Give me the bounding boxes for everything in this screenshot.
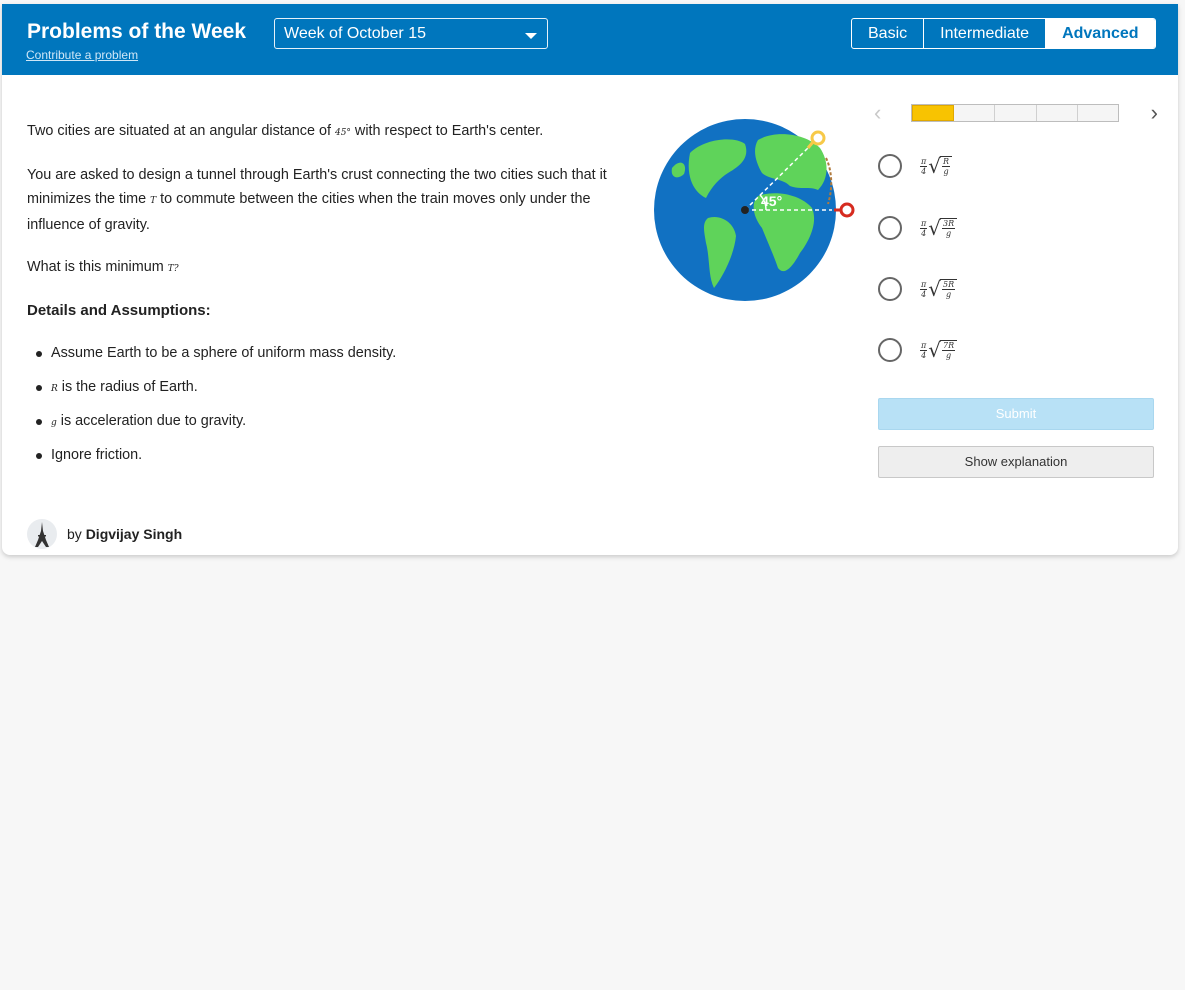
denominator: g: [946, 229, 952, 238]
chevron-left-icon[interactable]: ‹: [874, 102, 881, 124]
progress-segment[interactable]: [954, 105, 996, 121]
square-root: √ 3R g: [928, 218, 958, 238]
radio-button[interactable]: [878, 338, 902, 362]
radio-button[interactable]: [878, 216, 902, 240]
problem-card: Problems of the Week Contribute a proble…: [2, 4, 1178, 555]
text: is the radius of Earth.: [57, 379, 198, 395]
by-label: by: [67, 526, 86, 542]
radio-button[interactable]: [878, 154, 902, 178]
problem-statement: Two cities are situated at an angular di…: [27, 119, 627, 477]
numerator: 5R: [942, 280, 956, 290]
tab-basic[interactable]: Basic: [852, 19, 925, 48]
list-item: Assume Earth to be a sphere of uniform m…: [27, 341, 627, 375]
problem-question: What is this minimum T?: [27, 255, 627, 281]
assumptions-list: Assume Earth to be a sphere of uniform m…: [27, 341, 627, 477]
avatar[interactable]: [27, 519, 57, 549]
radicand: 7R g: [940, 340, 958, 360]
problem-paragraph-2: You are asked to design a tunnel through…: [27, 163, 627, 237]
denominator: g: [946, 351, 952, 360]
choice-formula: π4 √ 7R g: [920, 340, 958, 360]
problem-paragraph-1: Two cities are situated at an angular di…: [27, 119, 627, 145]
text: Two cities are situated at an angular di…: [27, 123, 335, 139]
numerator: π: [920, 340, 928, 351]
denominator: g: [946, 290, 952, 299]
math-angle: 45°: [334, 128, 351, 138]
numerator: 7R: [942, 341, 956, 351]
pi-over-4: π4: [920, 340, 928, 360]
denominator: 4: [921, 289, 927, 299]
numerator: π: [920, 218, 928, 229]
pi-over-4: π4: [920, 279, 928, 299]
author-byline: by Digvijay Singh: [27, 519, 182, 549]
chevron-right-icon[interactable]: ›: [1151, 102, 1158, 124]
list-item: R is the radius of Earth.: [27, 375, 627, 409]
list-item: Ignore friction.: [27, 443, 627, 477]
angle-label: 45°: [761, 193, 782, 209]
math-var: T?: [167, 264, 179, 274]
progress-segment[interactable]: [912, 105, 955, 121]
choice-formula: π4 √ Rg: [920, 156, 953, 176]
city-a-pin-icon: [810, 130, 826, 146]
progress-segment[interactable]: [995, 105, 1037, 121]
numerator: π: [920, 279, 928, 290]
page-title: Problems of the Week: [27, 20, 247, 43]
city-b-pin-icon: [839, 202, 855, 218]
author-text: by Digvijay Singh: [67, 526, 182, 542]
denominator: 4: [921, 228, 927, 238]
square-root: √ 5R g: [928, 279, 958, 299]
choice-formula: π4 √ 5R g: [920, 279, 958, 299]
earth-center: [741, 206, 749, 214]
tab-intermediate[interactable]: Intermediate: [924, 19, 1047, 48]
denominator: g: [943, 167, 949, 176]
radio-button[interactable]: [878, 277, 902, 301]
radicand: 3R g: [940, 218, 958, 238]
chevron-down-icon: [525, 33, 537, 39]
denominator: 4: [921, 166, 927, 176]
text: with respect to Earth's center.: [350, 123, 544, 139]
numerator: 3R: [942, 219, 956, 229]
square-root: √ Rg: [928, 156, 953, 176]
math-var: R: [51, 384, 58, 394]
choice-formula: π4 √ 3R g: [920, 218, 958, 238]
progress-segment[interactable]: [1036, 105, 1078, 121]
answer-choice-3[interactable]: π4 √ 5R g: [878, 277, 958, 301]
level-tabs: Basic Intermediate Advanced: [851, 18, 1156, 49]
pi-over-4: π4: [920, 218, 928, 238]
author-name[interactable]: Digvijay Singh: [86, 526, 182, 542]
answer-choice-4[interactable]: π4 √ 7R g: [878, 338, 958, 362]
numerator: π: [920, 156, 928, 167]
earth-figure: 45°: [654, 119, 855, 301]
text: What is this minimum: [27, 259, 168, 275]
answer-choice-2[interactable]: π4 √ 3R g: [878, 216, 958, 240]
submit-button[interactable]: Submit: [878, 398, 1154, 430]
pi-over-4: π4: [920, 156, 928, 176]
progress-segment[interactable]: [1077, 105, 1119, 121]
header-bar: Problems of the Week Contribute a proble…: [2, 4, 1178, 75]
show-explanation-button[interactable]: Show explanation: [878, 446, 1154, 478]
contribute-link[interactable]: Contribute a problem: [26, 48, 138, 62]
answer-choice-1[interactable]: π4 √ Rg: [878, 154, 953, 178]
square-root: √ 7R g: [928, 340, 958, 360]
numerator: R: [942, 157, 951, 167]
problem-navigation: ‹ ›: [874, 102, 1158, 126]
denominator: 4: [921, 350, 927, 360]
radicand: 5R g: [940, 279, 958, 299]
list-item: g is acceleration due to gravity.: [27, 409, 627, 443]
week-select-value: Week of October 15: [284, 25, 426, 42]
week-select[interactable]: Week of October 15: [274, 18, 548, 49]
tab-advanced[interactable]: Advanced: [1046, 19, 1155, 48]
text: is acceleration due to gravity.: [56, 413, 247, 429]
details-heading: Details and Assumptions:: [27, 302, 211, 319]
radicand: Rg: [940, 156, 953, 176]
eiffel-tower-icon: [35, 522, 49, 547]
progress-bar: [911, 104, 1119, 122]
